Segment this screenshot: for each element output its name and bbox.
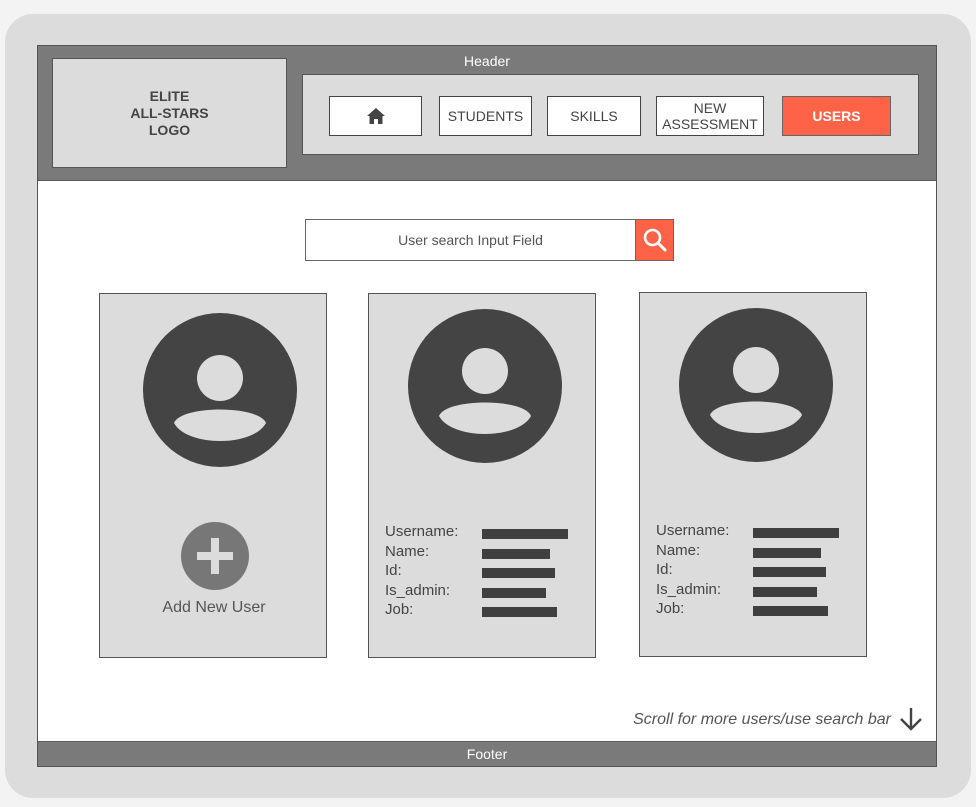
plus-icon: [197, 538, 233, 574]
field-row: Name:: [656, 542, 856, 562]
field-row: Is_admin:: [656, 581, 856, 601]
nav-new-assessment-label: NEW ASSESSMENT: [662, 100, 758, 132]
nav-students-button[interactable]: STUDENTS: [439, 96, 532, 136]
field-row: Name:: [385, 543, 585, 563]
field-value-placeholder: [753, 567, 826, 577]
field-value-placeholder: [753, 547, 821, 558]
field-label: Username:: [385, 523, 459, 540]
add-user-label: Add New User: [162, 599, 266, 616]
nav-students-label: STUDENTS: [447, 108, 524, 124]
user-avatar-icon: [143, 313, 297, 467]
field-row: Id:: [385, 562, 585, 582]
field-row: Job:: [656, 600, 856, 620]
field-label: Name:: [656, 541, 701, 559]
search-button[interactable]: [635, 219, 674, 261]
nav-users-label: USERS: [812, 108, 861, 124]
field-row: Job:: [385, 601, 585, 621]
user-search: [305, 219, 674, 261]
nav-users-button[interactable]: USERS: [782, 96, 891, 136]
field-label: Username:: [656, 522, 730, 539]
scroll-hint: Scroll for more users/use search bar: [633, 711, 891, 728]
nav-skills-button[interactable]: SKILLS: [547, 96, 641, 136]
field-row: Username:: [385, 523, 585, 543]
user-search-input[interactable]: [305, 219, 636, 261]
user-card[interactable]: Username: Name: Id: Is_admin: Job:: [639, 292, 867, 657]
field-row: Id:: [656, 561, 856, 581]
field-label: Is_admin:: [385, 581, 451, 599]
field-value-placeholder: [482, 568, 555, 578]
field-label: Job:: [656, 600, 685, 617]
header: Header ELITE ALL-STARS LOGO STUDENTS SKI…: [38, 46, 936, 181]
field-value-placeholder: [753, 606, 828, 616]
field-value-placeholder: [482, 587, 546, 598]
nav-bar: STUDENTS SKILLS NEW ASSESSMENT USERS: [302, 74, 919, 155]
user-fields: Username: Name: Id: Is_admin: Job:: [385, 523, 585, 621]
footer-title: Footer: [466, 746, 508, 762]
field-value-placeholder: [482, 548, 550, 559]
user-avatar-icon: [679, 308, 833, 462]
field-value-placeholder: [482, 607, 557, 617]
page: Header ELITE ALL-STARS LOGO STUDENTS SKI…: [37, 45, 937, 767]
field-label: Name:: [385, 542, 430, 560]
nav-home-button[interactable]: [329, 96, 422, 136]
field-label: Job:: [385, 601, 414, 618]
add-user-card[interactable]: Add New User: [99, 293, 327, 658]
field-value-placeholder: [753, 586, 817, 597]
field-row: Is_admin:: [385, 582, 585, 602]
add-user-button[interactable]: [181, 522, 249, 590]
field-row: Username:: [656, 522, 856, 542]
nav-new-assessment-button[interactable]: NEW ASSESSMENT: [656, 96, 764, 136]
nav-skills-label: SKILLS: [570, 108, 618, 124]
field-label: Id:: [385, 562, 402, 579]
logo[interactable]: ELITE ALL-STARS LOGO: [52, 58, 287, 168]
home-icon: [366, 108, 385, 124]
logo-text: ELITE ALL-STARS LOGO: [130, 87, 209, 138]
user-fields: Username: Name: Id: Is_admin: Job:: [656, 522, 856, 620]
footer: Footer: [38, 741, 936, 766]
field-label: Is_admin:: [656, 580, 722, 598]
field-value-placeholder: [482, 529, 568, 539]
user-avatar-icon: [408, 309, 562, 463]
arrow-down-icon[interactable]: [899, 706, 923, 732]
search-icon: [643, 228, 666, 252]
user-card[interactable]: Username: Name: Id: Is_admin: Job:: [368, 293, 596, 658]
field-value-placeholder: [753, 528, 839, 538]
field-label: Id:: [656, 561, 673, 578]
